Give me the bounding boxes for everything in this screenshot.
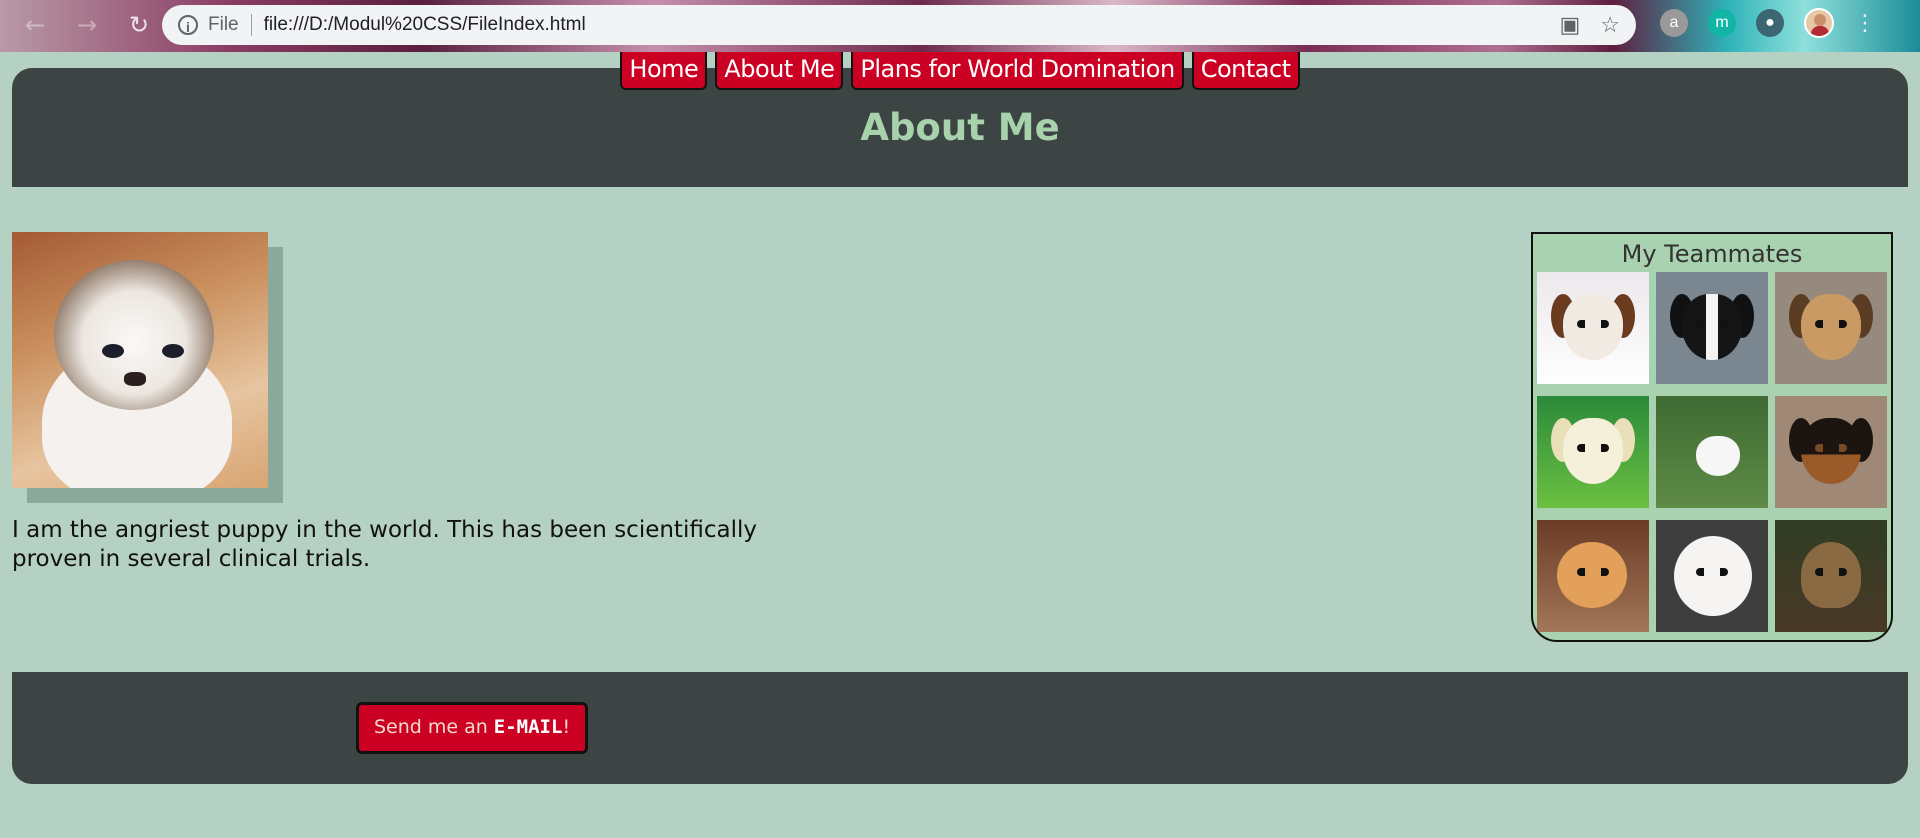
teammate-photo [1775,520,1887,632]
angry-puppy-image [12,232,268,488]
about-text: I am the angriest puppy in the world. Th… [12,517,757,572]
teammate-photo [1537,396,1649,508]
nav-contact[interactable]: Contact [1191,52,1300,90]
address-separator [250,14,252,36]
nav-plans-for-world-domination[interactable]: Plans for World Domination [851,52,1184,90]
extension-lightbulb-icon[interactable]: ● [1756,9,1784,37]
email-button-strong: E-MAIL [493,716,563,738]
teammate-photo [1656,396,1768,508]
page-title: About Me [860,106,1060,149]
teammate-photo [1537,272,1649,384]
teammate-photo [1656,520,1768,632]
browser-toolbar: ← → ↻ i File file:///D:/Modul%20CSS/File… [0,0,1920,52]
teammate-photo [1775,396,1887,508]
forward-arrow-icon[interactable]: → [72,10,102,40]
page-footer: Send me an E-MAIL! [12,672,1908,784]
teammates-grid [1533,272,1891,632]
nav-home[interactable]: Home [620,52,708,90]
bookmark-star-icon[interactable]: ☆ [1600,12,1620,38]
translate-icon[interactable]: ▣ [1559,12,1580,38]
teammate-photo [1537,520,1649,632]
email-button-suffix: ! [562,716,571,738]
url-scheme-label: File [208,14,239,35]
teammate-photo [1656,272,1768,384]
address-bar[interactable]: i File file:///D:/Modul%20CSS/FileIndex.… [162,5,1636,45]
profile-photo [12,232,283,503]
send-email-button[interactable]: Send me an E-MAIL! [356,702,588,754]
teammates-title: My Teammates [1621,240,1803,268]
browser-nav-buttons: ← → ↻ [20,10,154,40]
info-icon[interactable]: i [178,15,198,35]
extension-m-icon[interactable]: m [1708,9,1736,37]
profile-avatar[interactable] [1804,8,1834,38]
back-arrow-icon[interactable]: ← [20,10,50,40]
teammate-photo [1775,272,1887,384]
browser-menu-icon[interactable]: ⋮ [1854,11,1876,36]
email-button-prefix: Send me an [373,716,494,738]
extension-a-icon[interactable]: a [1660,9,1688,37]
main-nav: Home About Me Plans for World Domination… [0,52,1920,90]
teammates-panel: My Teammates [1531,232,1893,642]
reload-icon[interactable]: ↻ [124,10,154,40]
nav-about-me[interactable]: About Me [715,52,844,90]
url-text[interactable]: file:///D:/Modul%20CSS/FileIndex.html [264,14,1560,36]
